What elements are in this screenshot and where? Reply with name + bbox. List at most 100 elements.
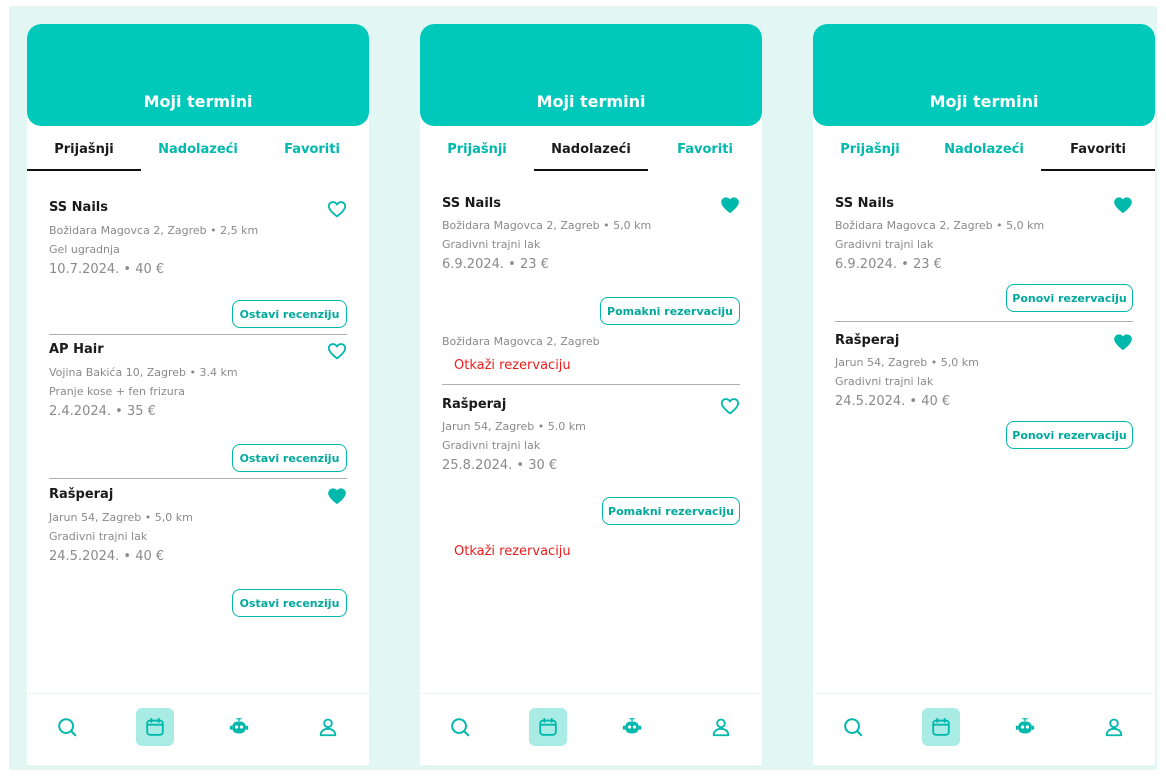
search-icon (449, 716, 471, 738)
screen-past: Moji termini Prijašnji Nadolazeći Favori… (27, 24, 369, 765)
search-icon (842, 716, 864, 738)
service-name: Pranje kose + fen frizura (49, 385, 185, 398)
heart-outline-icon[interactable] (327, 200, 347, 218)
appointment-card: Rašperaj Jarun 54, Zagreb • 5.0 km Gradi… (442, 397, 740, 497)
salon-address: Božidara Magovca 2, Zagreb (442, 335, 600, 348)
tab-favorites[interactable]: Favoriti (255, 142, 369, 157)
rebook-button[interactable]: Ponovi rezervaciju (1006, 284, 1133, 312)
salon-name: SS Nails (442, 196, 501, 211)
divider (49, 334, 347, 335)
service-name: Gradivni trajni lak (835, 238, 934, 251)
tab-bar: Prijašnji Nadolazeći Favoriti (420, 126, 762, 172)
salon-address: Jarun 54, Zagreb • 5,0 km (835, 356, 979, 369)
date-price: 6.9.2024. • 23 € (835, 257, 942, 272)
nav-profile[interactable] (702, 708, 740, 746)
tab-previous[interactable]: Prijašnji (27, 142, 141, 157)
salon-name: Rašperaj (49, 487, 114, 502)
heart-filled-icon[interactable] (1113, 196, 1133, 214)
active-tab-underline (534, 169, 648, 171)
app-header: Moji termini (813, 24, 1155, 126)
calendar-icon (930, 716, 952, 738)
calendar-icon (537, 716, 559, 738)
salon-name: AP Hair (49, 342, 104, 357)
date-price: 25.8.2024. • 30 € (442, 458, 558, 473)
user-icon (317, 716, 339, 738)
leave-review-button[interactable]: Ostavi recenziju (232, 300, 347, 328)
salon-name: Rašperaj (835, 333, 900, 348)
divider (49, 478, 347, 479)
nav-profile[interactable] (1095, 708, 1133, 746)
nav-search[interactable] (48, 708, 86, 746)
tab-favorites[interactable]: Favoriti (1041, 142, 1155, 157)
app-header: Moji termini (420, 24, 762, 126)
divider (835, 321, 1133, 322)
user-icon (710, 716, 732, 738)
cancel-reservation-link[interactable]: Otkaži rezervaciju (454, 358, 571, 373)
tab-previous[interactable]: Prijašnji (420, 142, 534, 157)
tab-previous[interactable]: Prijašnji (813, 142, 927, 157)
nav-calendar[interactable] (922, 708, 960, 746)
page-title: Moji termini (929, 92, 1039, 111)
nav-profile[interactable] (309, 708, 347, 746)
nav-calendar[interactable] (136, 708, 174, 746)
reschedule-button[interactable]: Pomakni rezervaciju (602, 497, 740, 525)
favorite-card: SS Nails Božidara Magovca 2, Zagreb • 5,… (835, 196, 1133, 296)
leave-review-button[interactable]: Ostavi recenziju (232, 589, 347, 617)
salon-name: SS Nails (49, 200, 108, 215)
robot-icon (228, 716, 250, 738)
robot-icon (1014, 716, 1036, 738)
active-tab-underline (1041, 169, 1155, 171)
heart-outline-icon[interactable] (327, 342, 347, 360)
favorite-card: Rašperaj Jarun 54, Zagreb • 5,0 km Gradi… (835, 333, 1133, 433)
heart-filled-icon[interactable] (327, 487, 347, 505)
service-name: Gradivni trajni lak (442, 439, 541, 452)
salon-address: Jarun 54, Zagreb • 5,0 km (49, 511, 193, 524)
rebook-button[interactable]: Ponovi rezervaciju (1006, 421, 1133, 449)
service-name: Gradivni trajni lak (49, 530, 148, 543)
date-price: 2.4.2024. • 35 € (49, 404, 156, 419)
tab-bar: Prijašnji Nadolazeći Favoriti (27, 126, 369, 172)
salon-name: SS Nails (835, 196, 894, 211)
service-name: Gradivni trajni lak (835, 375, 934, 388)
service-name: Gradivni trajni lak (442, 238, 541, 251)
active-tab-underline (27, 169, 141, 171)
date-price: 24.5.2024. • 40 € (835, 394, 951, 409)
bottom-nav (27, 693, 369, 765)
tab-upcoming[interactable]: Nadolazeći (534, 142, 648, 157)
salon-address: Vojina Bakića 10, Zagreb • 3.4 km (49, 366, 238, 379)
page-title: Moji termini (536, 92, 646, 111)
search-icon (56, 716, 78, 738)
date-price: 24.5.2024. • 40 € (49, 549, 165, 564)
salon-address: Božidara Magovca 2, Zagreb • 5,0 km (835, 219, 1045, 232)
robot-icon (621, 716, 643, 738)
heart-outline-icon[interactable] (720, 397, 740, 415)
nav-assistant[interactable] (613, 708, 651, 746)
leave-review-button[interactable]: Ostavi recenziju (232, 444, 347, 472)
date-price: 10.7.2024. • 40 € (49, 262, 165, 277)
heart-filled-icon[interactable] (720, 196, 740, 214)
tab-favorites[interactable]: Favoriti (648, 142, 762, 157)
salon-address: Božidara Magovca 2, Zagreb • 2,5 km (49, 224, 259, 237)
user-icon (1103, 716, 1125, 738)
nav-calendar[interactable] (529, 708, 567, 746)
salon-address: Jarun 54, Zagreb • 5.0 km (442, 420, 586, 433)
nav-search[interactable] (834, 708, 872, 746)
reschedule-button[interactable]: Pomakni rezervaciju (600, 297, 740, 325)
nav-assistant[interactable] (220, 708, 258, 746)
bottom-nav (813, 693, 1155, 765)
bottom-nav (420, 693, 762, 765)
heart-filled-icon[interactable] (1113, 333, 1133, 351)
screen-favorites: Moji termini Prijašnji Nadolazeći Favori… (813, 24, 1155, 765)
appointment-card: SS Nails Božidara Magovca 2, Zagreb • 5,… (442, 196, 740, 296)
salon-address: Božidara Magovca 2, Zagreb • 5,0 km (442, 219, 652, 232)
divider (442, 384, 740, 385)
tab-upcoming[interactable]: Nadolazeći (927, 142, 1041, 157)
screen-upcoming: Moji termini Prijašnji Nadolazeći Favori… (420, 24, 762, 765)
nav-assistant[interactable] (1006, 708, 1044, 746)
service-name: Gel ugradnja (49, 243, 120, 256)
app-header: Moji termini (27, 24, 369, 126)
cancel-reservation-link[interactable]: Otkaži rezervaciju (454, 544, 571, 559)
nav-search[interactable] (441, 708, 479, 746)
tab-upcoming[interactable]: Nadolazeći (141, 142, 255, 157)
date-price: 6.9.2024. • 23 € (442, 257, 549, 272)
